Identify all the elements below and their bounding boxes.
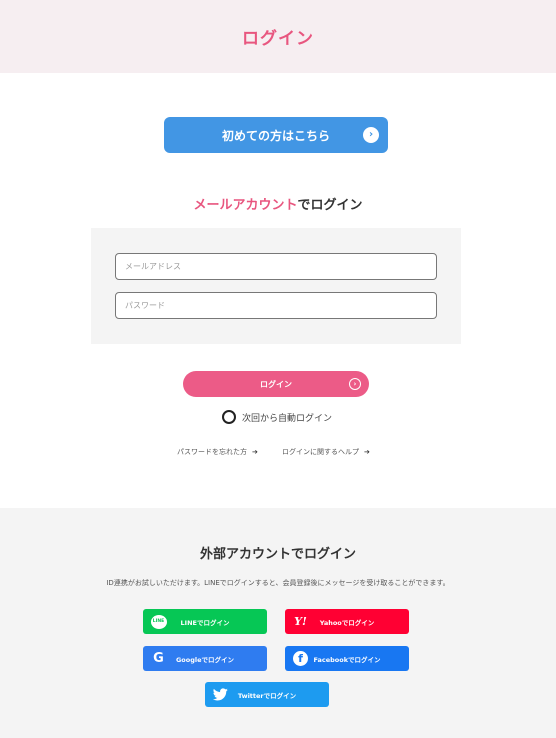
page-title: ログイン [242,29,314,49]
facebook-icon-text: f [293,651,308,666]
first-time-label: 初めての方はこちら [221,128,330,143]
yahoo-icon-text: Y! [294,615,307,628]
chevron-right-icon: › [349,378,361,390]
google-login-label: Googleでログイン [175,655,235,664]
chevron-right-circle-icon: › [363,127,379,143]
twitter-login-button[interactable]: Twitterでログイン [205,682,329,707]
login-help-label: ログインに関するヘルプ [282,448,359,456]
forgot-password-label: パスワードを忘れた方 [177,448,247,456]
line-login-label: LINEでログイン [180,618,230,627]
arrow-right-icon: ➔ [364,448,370,456]
line-icon-text: LINE [150,614,167,629]
mail-login-heading: メールアカウントでログイン [0,194,556,213]
external-login-section: 外部アカウントでログイン ID連携がお試しいただけます。LINEでログインすると… [0,508,556,738]
auto-login-label: 次回から自動ログイン [242,413,333,424]
mail-login-heading-rest: でログイン [297,198,363,213]
login-button-label: ログイン [260,379,292,389]
external-login-note: ID連携がお試しいただけます。LINEでログインすると、会員登録後にメッセージを… [106,579,450,587]
login-button[interactable]: ログイン › [183,371,369,397]
login-help-link[interactable]: ログインに関するヘルプ ➔ [282,447,370,457]
yahoo-login-label: Yahooでログイン [319,618,375,627]
yahoo-icon: Y! [292,613,309,630]
yahoo-login-button[interactable]: Y! Yahooでログイン [285,609,409,634]
twitter-login-label: Twitterでログイン [237,691,297,700]
auto-login-radio[interactable] [222,410,236,424]
facebook-icon: f [292,650,309,667]
line-login-button[interactable]: LINE LINEでログイン [143,609,267,634]
password-input[interactable] [115,292,437,319]
first-time-button[interactable]: 初めての方はこちら › [164,117,388,153]
line-icon: LINE [150,613,167,630]
login-form [91,228,461,344]
external-login-title: 外部アカウントでログイン [199,547,356,562]
mail-login-heading-accent: メールアカウント [193,198,298,213]
forgot-password-link[interactable]: パスワードを忘れた方 ➔ [177,447,258,457]
google-login-button[interactable]: G Googleでログイン [143,646,267,671]
facebook-login-button[interactable]: f Facebookでログイン [285,646,409,671]
twitter-icon [212,686,229,703]
facebook-login-label: Facebookでログイン [313,655,381,664]
page-header: ログイン [0,0,556,73]
google-icon: G [150,650,167,667]
twitter-bird-icon [213,688,228,701]
auto-login-checkbox[interactable]: 次回から自動ログイン [222,410,332,424]
email-input[interactable] [115,253,437,280]
google-icon-text: G [153,651,164,666]
arrow-right-icon: ➔ [252,448,258,456]
